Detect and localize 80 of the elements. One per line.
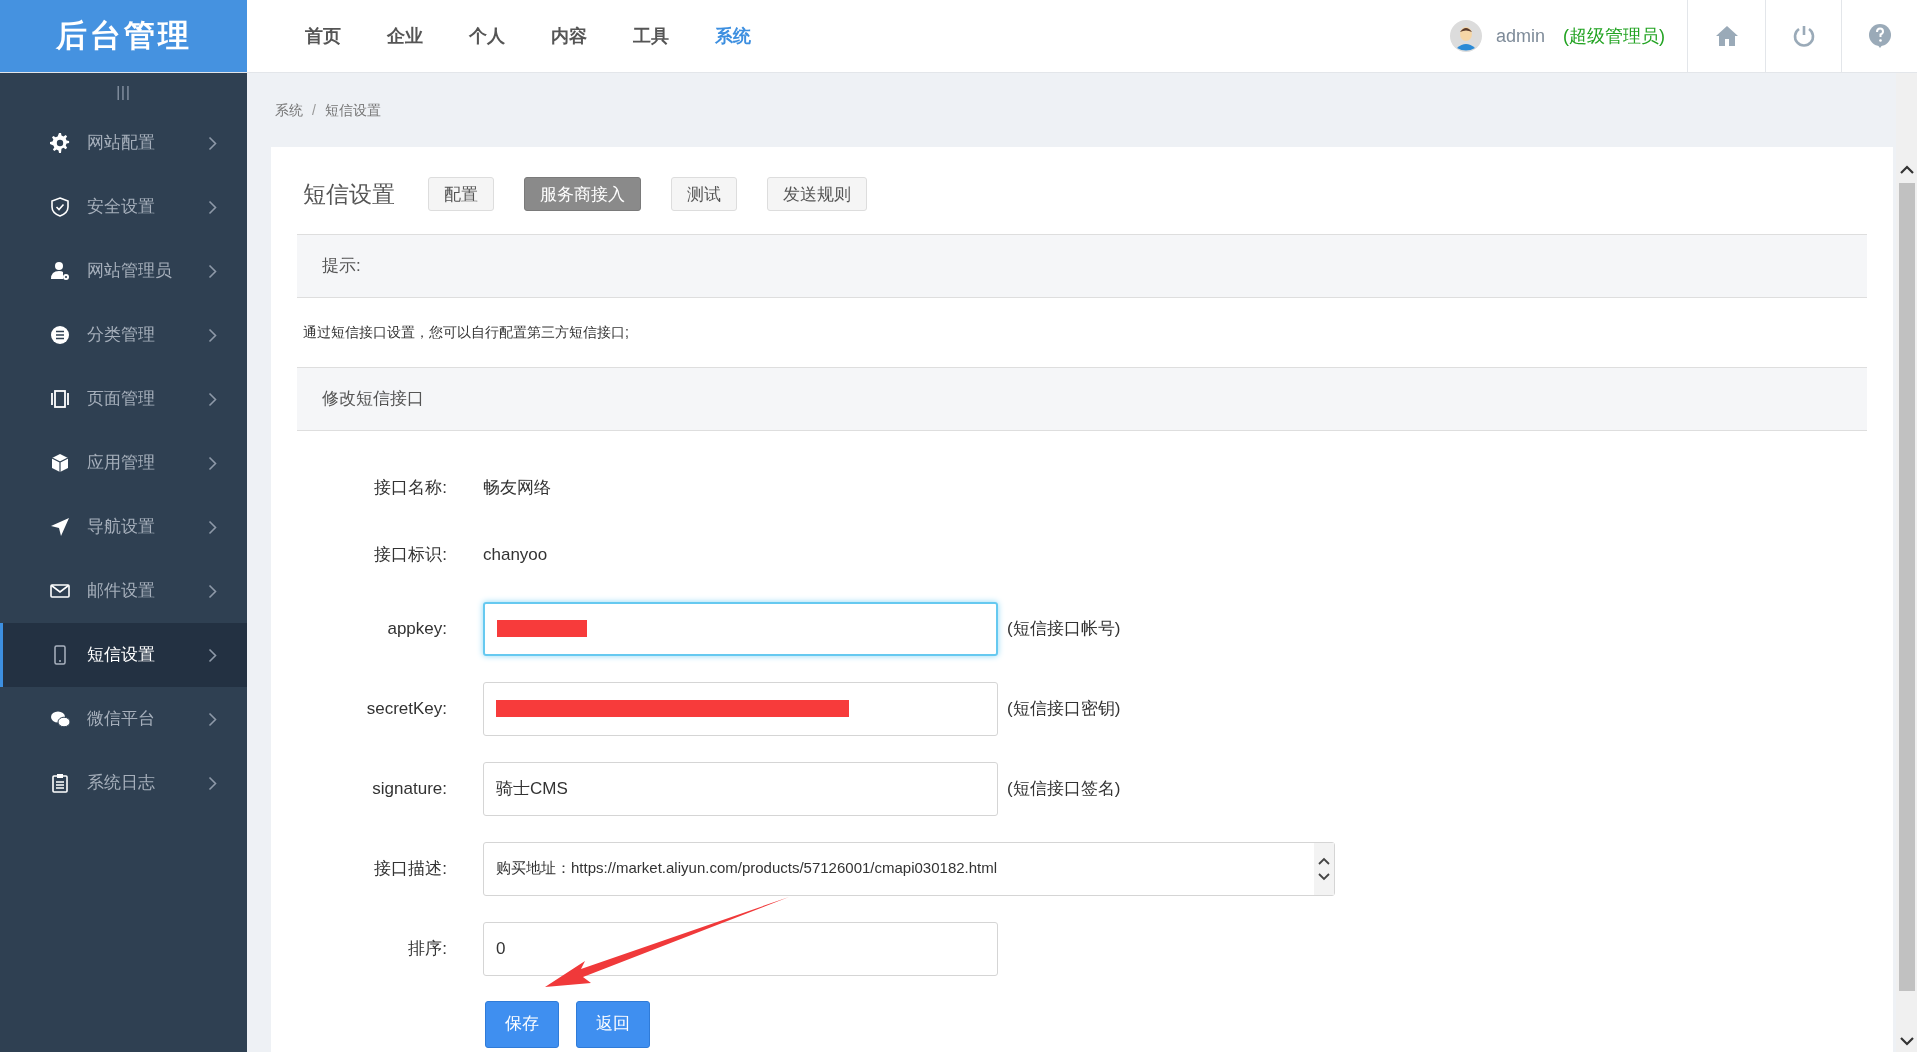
clipboard-icon: [49, 772, 71, 794]
tab[interactable]: 发送规则: [767, 177, 867, 212]
input-field[interactable]: 骑士CMS: [483, 761, 998, 816]
chevron-right-icon: [208, 199, 217, 215]
breadcrumb-item: 短信设置: [324, 100, 381, 120]
nav-tab[interactable]: 企业: [387, 22, 423, 50]
sidebar-item[interactable]: 安全设置: [0, 175, 247, 239]
field-label: appkey:: [386, 617, 448, 640]
tab[interactable]: 配置: [428, 177, 494, 212]
sidebar-item[interactable]: 导航设置: [0, 495, 247, 559]
avatar-icon: [1449, 20, 1482, 52]
input-field[interactable]: [483, 681, 998, 736]
help-icon[interactable]: [1867, 23, 1892, 49]
scroll-down-icon[interactable]: [1318, 872, 1330, 881]
page-title: 短信设置: [303, 180, 395, 209]
sidebar-item[interactable]: 系统日志: [0, 751, 247, 815]
sidebar-item[interactable]: 微信平台: [0, 687, 247, 751]
tab[interactable]: 测试: [671, 177, 737, 212]
nav-tab[interactable]: 内容: [551, 22, 587, 50]
field-value: chanyoo: [483, 544, 548, 567]
chevron-right-icon: [208, 519, 217, 535]
chevron-right-icon: [208, 647, 217, 663]
input-field[interactable]: 0: [483, 921, 998, 976]
logo: 后台管理: [0, 0, 247, 72]
sidebar-item[interactable]: 网站管理员: [0, 239, 247, 303]
list-icon: [49, 324, 71, 346]
field-label: 接口名称:: [373, 477, 448, 500]
input-field[interactable]: [483, 601, 998, 656]
tab[interactable]: 服务商接入: [524, 177, 641, 212]
nav-tab[interactable]: 首页: [305, 22, 341, 50]
nav-tab[interactable]: 系统: [715, 22, 751, 50]
breadcrumb-item[interactable]: 系统: [275, 99, 303, 121]
section-title: 提示:: [322, 254, 361, 277]
field-hint: (短信接口密钥): [1007, 697, 1121, 720]
sidebar-item[interactable]: 应用管理: [0, 431, 247, 495]
scrollbar[interactable]: [1896, 73, 1917, 1052]
scroll-up-icon[interactable]: [1318, 856, 1330, 865]
chevron-right-icon: [208, 135, 217, 151]
field-label: 接口描述:: [373, 857, 448, 880]
gear-icon: [49, 132, 71, 154]
menu-toggle[interactable]: |||: [0, 73, 247, 111]
sidebar-item[interactable]: 分类管理: [0, 303, 247, 367]
field-value: 畅友网络: [483, 477, 551, 500]
chevron-right-icon: [208, 775, 217, 791]
field-hint: (短信接口签名): [1007, 777, 1121, 800]
cube-icon: [49, 452, 71, 474]
chevron-right-icon: [208, 263, 217, 279]
power-icon[interactable]: [1791, 24, 1816, 48]
user-role: (超级管理员): [1563, 24, 1665, 48]
pages-icon: [49, 388, 71, 410]
scrollbar-thumb[interactable]: [1898, 183, 1915, 991]
chevron-right-icon: [208, 711, 217, 727]
home-icon[interactable]: [1714, 25, 1739, 47]
form-button[interactable]: 保存: [485, 1000, 559, 1048]
field-label: 接口标识:: [373, 544, 448, 567]
scroll-up-icon[interactable]: [1899, 165, 1914, 175]
sidebar-item[interactable]: 短信设置: [0, 623, 247, 687]
field-label: 排序:: [407, 937, 448, 960]
sidebar-item[interactable]: 页面管理: [0, 367, 247, 431]
tip-text: 通过短信接口设置，您可以自行配置第三方短信接口;: [303, 322, 629, 342]
field-label: signature:: [371, 777, 448, 800]
scroll-down-icon[interactable]: [1899, 1036, 1914, 1046]
section-title: 修改短信接口: [322, 387, 424, 410]
breadcrumb-separator: /: [312, 100, 316, 120]
textarea-field[interactable]: 购买地址：https://market.aliyun.com/products/57126001/cmapi030182.html: [483, 841, 1335, 896]
shield-icon: [49, 196, 71, 218]
chevron-right-icon: [208, 583, 217, 599]
chevron-right-icon: [208, 391, 217, 407]
user-gear-icon: [49, 260, 71, 282]
chevron-right-icon: [208, 455, 217, 471]
nav-tab[interactable]: 工具: [633, 22, 669, 50]
chevron-right-icon: [208, 327, 217, 343]
sidebar-item[interactable]: 网站配置: [0, 111, 247, 175]
field-hint: (短信接口帐号): [1007, 617, 1121, 640]
nav-tab[interactable]: 个人: [469, 22, 505, 50]
field-label: secretKey:: [365, 697, 448, 720]
send-icon: [49, 516, 71, 538]
form-button[interactable]: 返回: [576, 1000, 650, 1048]
sidebar-item[interactable]: 邮件设置: [0, 559, 247, 623]
user-name[interactable]: admin: [1495, 22, 1545, 50]
